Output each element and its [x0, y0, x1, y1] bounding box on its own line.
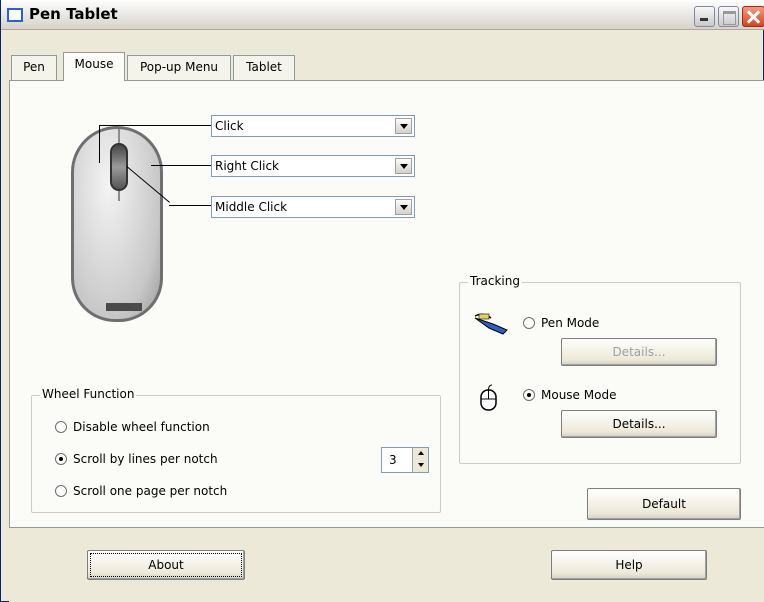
radio-button[interactable]: [55, 421, 67, 433]
tab-popup-menu[interactable]: Pop-up Menu: [127, 55, 231, 80]
radio-button[interactable]: [523, 317, 535, 329]
leader-left-button-h: [99, 125, 211, 126]
left-button-select[interactable]: Click: [211, 115, 415, 137]
about-button[interactable]: About: [87, 550, 245, 580]
tab-tablet-label: Tablet: [246, 60, 282, 74]
spinner-buttons[interactable]: [412, 448, 428, 472]
pen-mode-details-button[interactable]: Details...: [561, 338, 717, 366]
minimize-button[interactable]: [694, 6, 715, 27]
pen-icon: [474, 313, 508, 335]
window-title: Pen Tablet: [29, 5, 118, 23]
leader-left-button-v: [99, 125, 100, 163]
mouse-wheel-illustration: [110, 143, 128, 191]
help-button[interactable]: Help: [551, 550, 707, 580]
help-button-label: Help: [615, 558, 643, 572]
radio-button[interactable]: [55, 485, 67, 497]
pen-details-label: Details...: [612, 345, 666, 359]
tab-pen[interactable]: Pen: [11, 55, 57, 80]
middle-button-value: Middle Click: [215, 200, 288, 214]
radio-pen-mode-label: Pen Mode: [541, 316, 600, 330]
chevron-down-icon[interactable]: [395, 199, 412, 215]
wheel-function-legend: Wheel Function: [40, 387, 137, 401]
pen-tablet-window: Pen Tablet Pen Mouse Pop-up Menu Tablet …: [0, 0, 764, 602]
tab-mouse[interactable]: Mouse: [63, 52, 125, 81]
radio-disable-wheel[interactable]: Disable wheel function: [55, 420, 210, 434]
close-button[interactable]: [742, 6, 764, 27]
radio-scroll-page[interactable]: Scroll one page per notch: [55, 484, 227, 498]
default-button[interactable]: Default: [587, 488, 741, 520]
mouse-details-label: Details...: [612, 417, 666, 431]
chevron-down-icon[interactable]: [395, 118, 412, 134]
lines-per-notch-value[interactable]: 3: [389, 453, 397, 467]
mouse-icon: [480, 384, 497, 411]
mouse-logo: [106, 303, 142, 311]
chevron-down-icon[interactable]: [395, 158, 412, 174]
middle-button-select[interactable]: Middle Click: [211, 196, 415, 218]
radio-scroll-lines[interactable]: Scroll by lines per notch: [55, 452, 218, 466]
right-button-select[interactable]: Right Click: [211, 155, 415, 177]
tab-pen-label: Pen: [23, 60, 45, 74]
radio-mouse-mode[interactable]: Mouse Mode: [523, 388, 616, 402]
mouse-mode-details-button[interactable]: Details...: [561, 410, 717, 438]
radio-pen-mode[interactable]: Pen Mode: [523, 316, 599, 330]
radio-scroll-lines-label: Scroll by lines per notch: [73, 452, 218, 466]
leader-middle-h: [169, 205, 211, 206]
right-button-value: Right Click: [215, 159, 280, 173]
tab-tablet[interactable]: Tablet: [233, 55, 295, 80]
radio-disable-wheel-label: Disable wheel function: [73, 420, 210, 434]
left-button-value: Click: [215, 119, 244, 133]
radio-mouse-mode-label: Mouse Mode: [541, 388, 617, 402]
mouse-illustration: [71, 126, 163, 322]
app-window-icon: [7, 8, 23, 22]
radio-scroll-page-label: Scroll one page per notch: [73, 484, 228, 498]
maximize-button[interactable]: [718, 6, 739, 27]
title-bar[interactable]: Pen Tablet: [1, 0, 764, 30]
radio-button-selected[interactable]: [523, 389, 535, 401]
tab-popup-label: Pop-up Menu: [139, 60, 219, 74]
radio-button-selected[interactable]: [55, 453, 67, 465]
lines-per-notch-spinner[interactable]: 3: [381, 447, 429, 473]
tab-mouse-label: Mouse: [74, 57, 114, 71]
default-button-label: Default: [642, 497, 686, 511]
tracking-legend: Tracking: [468, 274, 522, 288]
leader-right-button: [151, 165, 211, 166]
about-button-label: About: [148, 558, 184, 572]
